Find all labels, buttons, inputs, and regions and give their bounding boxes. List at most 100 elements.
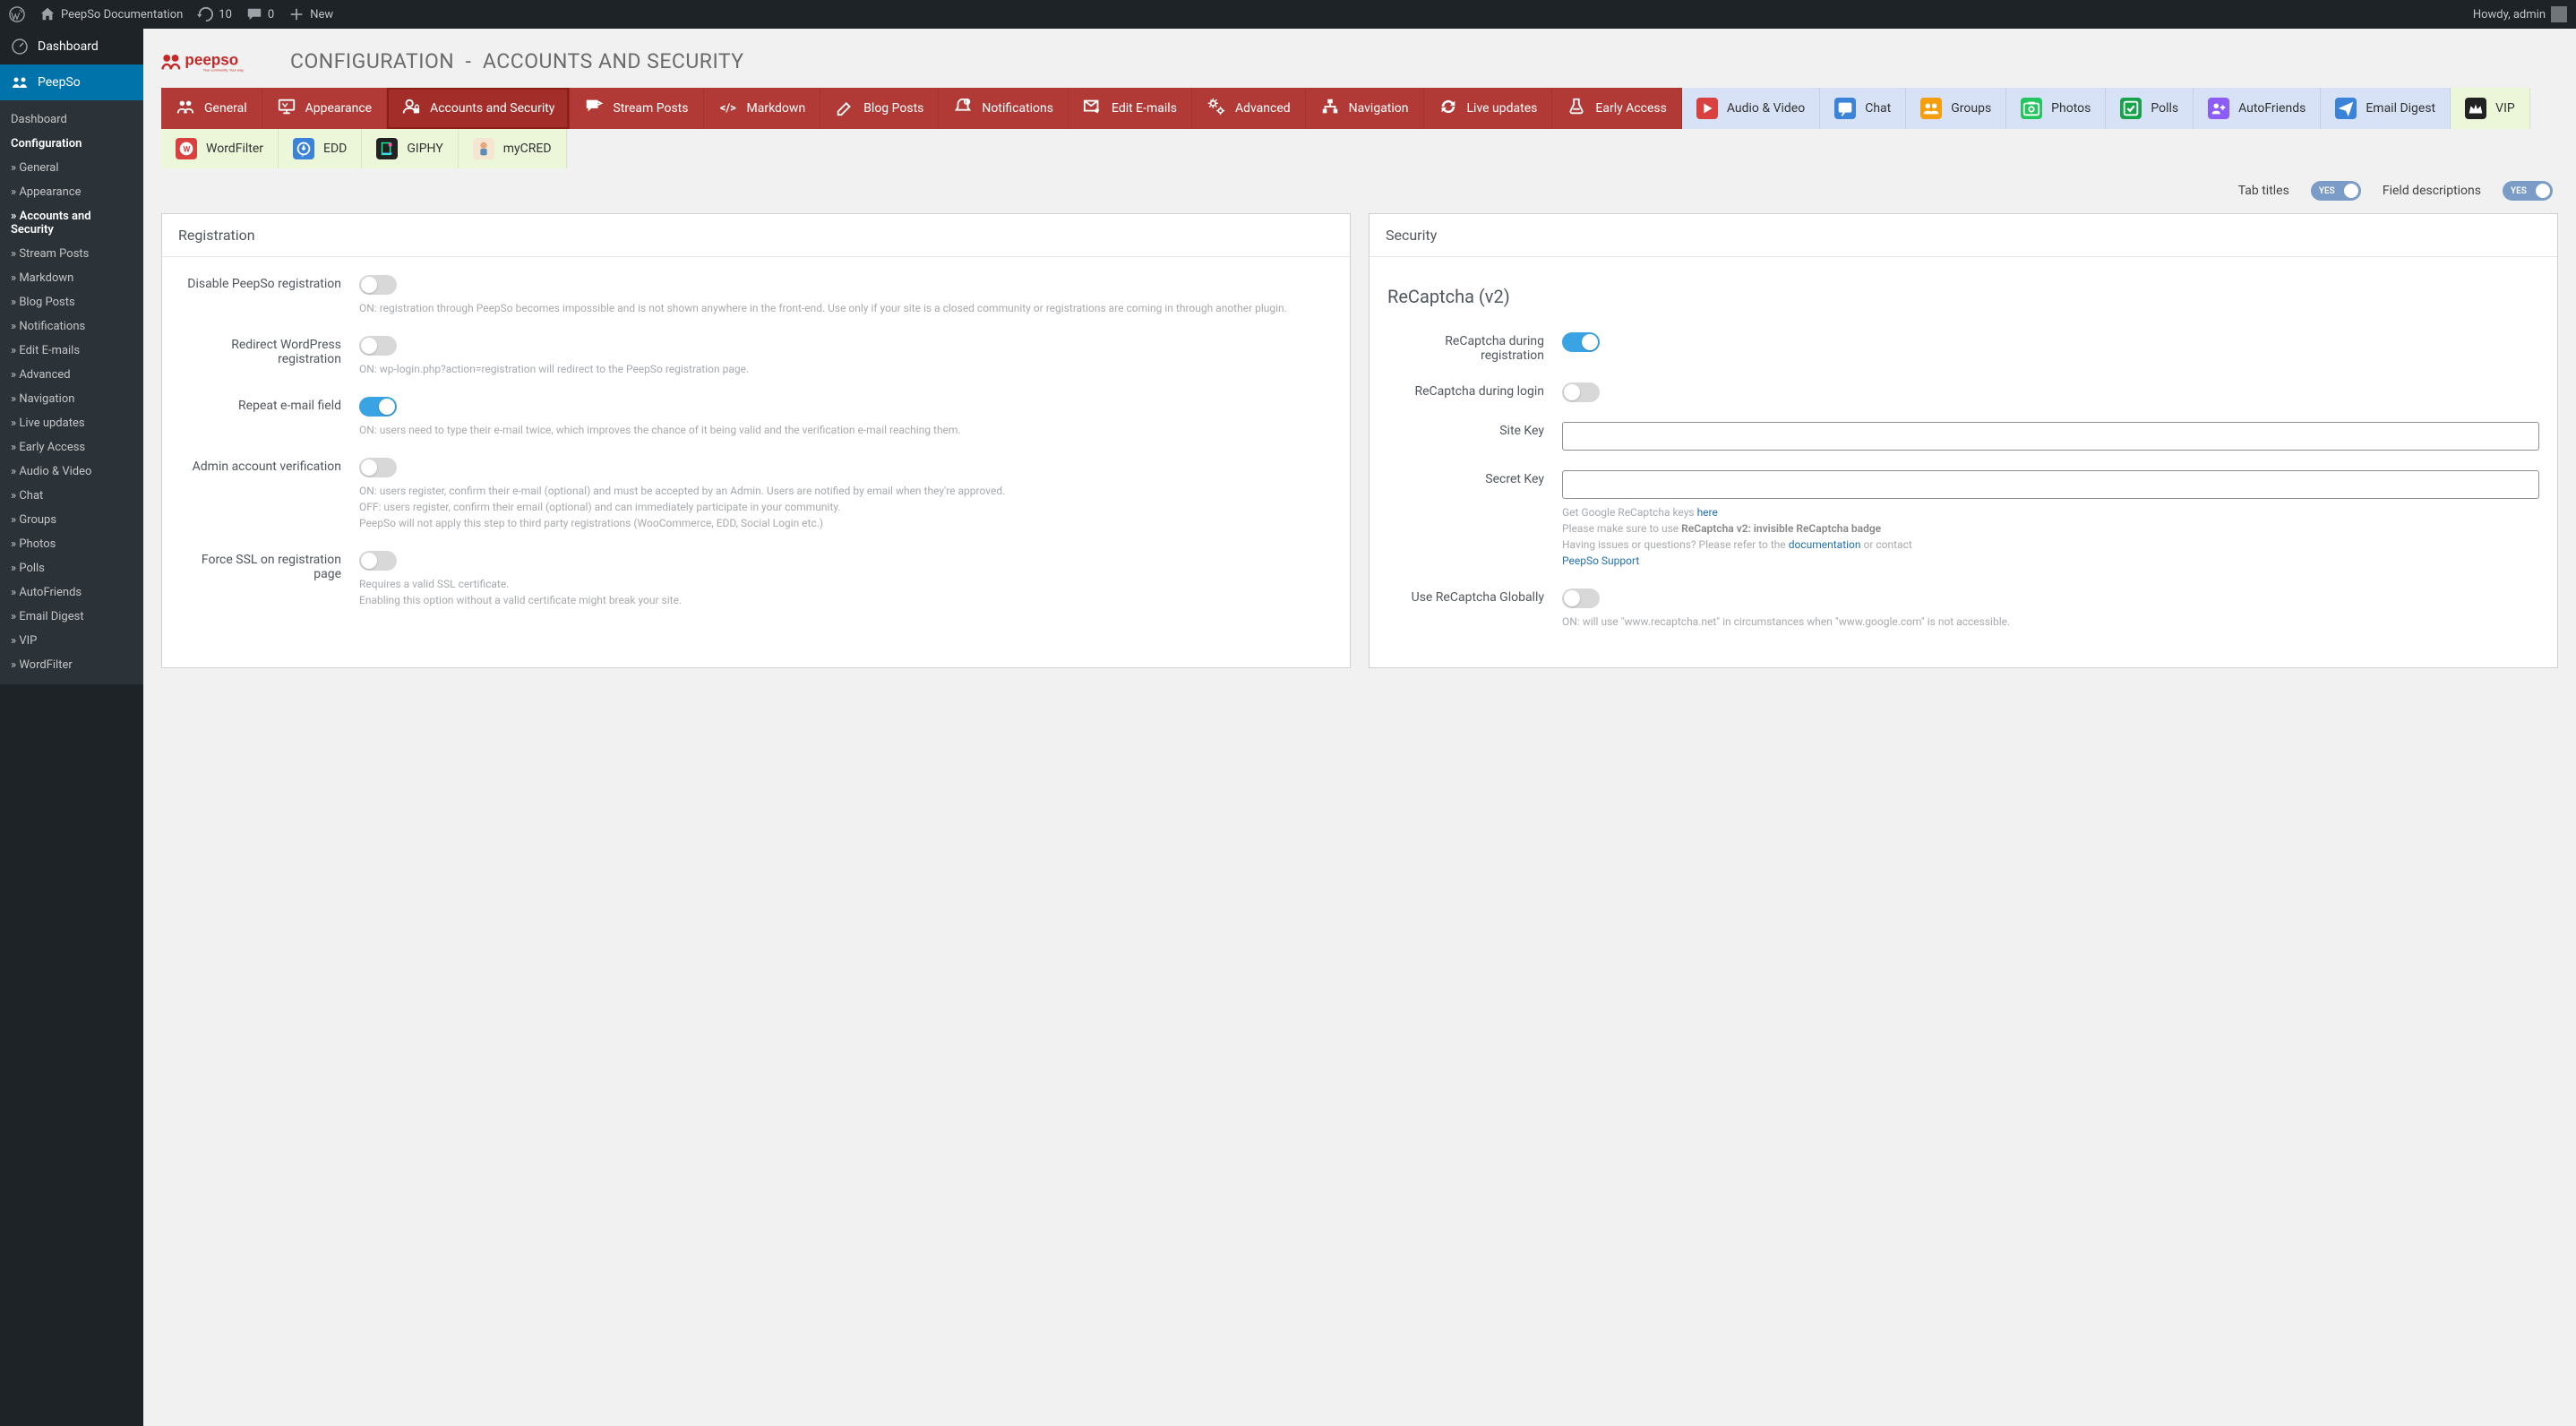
tab-giphy[interactable]: GIPHY <box>362 129 458 168</box>
wp-logo[interactable] <box>9 6 25 22</box>
sidebar-item-polls[interactable]: Polls <box>0 556 143 580</box>
sidebar-sub-configuration[interactable]: Configuration <box>0 132 143 156</box>
peepso-support-link[interactable]: PeepSo Support <box>1562 554 1639 567</box>
tab-icon <box>1320 97 1340 120</box>
tab-audio-video[interactable]: Audio & Video <box>1682 88 1820 129</box>
sidebar-item-audio-video[interactable]: Audio & Video <box>0 460 143 484</box>
avatar <box>2551 6 2567 22</box>
tab-titles-toggle[interactable]: YES <box>2311 181 2361 201</box>
peepso-logo: peepsoYour community. Your way. <box>161 47 279 75</box>
sidebar-item-edit-e-mails[interactable]: Edit E-mails <box>0 339 143 363</box>
tab-wordfilter[interactable]: WWordFilter <box>161 129 279 168</box>
disable-registration-toggle[interactable] <box>359 275 397 295</box>
admin-verification-toggle[interactable] <box>359 458 397 477</box>
tab-icon <box>277 97 296 120</box>
tab-icon <box>1083 97 1103 120</box>
updates[interactable]: 10 <box>197 6 232 22</box>
force-ssl-toggle[interactable] <box>359 551 397 571</box>
tab-titles-label: Tab titles <box>2238 184 2289 198</box>
tab-autofriends[interactable]: AutoFriends <box>2194 88 2321 129</box>
sidebar-item-early-access[interactable]: Early Access <box>0 435 143 460</box>
sidebar-item-navigation[interactable]: Navigation <box>0 387 143 411</box>
sidebar-item-wordfilter[interactable]: WordFilter <box>0 653 143 677</box>
recaptcha-here-link[interactable]: here <box>1697 506 1718 519</box>
tab-advanced[interactable]: Advanced <box>1192 88 1306 129</box>
recaptcha-login-label: ReCaptcha during login <box>1387 382 1544 402</box>
tab-early-access[interactable]: Early Access <box>1552 88 1681 129</box>
registration-header: Registration <box>162 214 1350 257</box>
sidebar-item-autofriends[interactable]: AutoFriends <box>0 580 143 605</box>
repeat-email-toggle[interactable] <box>359 397 397 417</box>
repeat-email-label: Repeat e-mail field <box>180 397 341 438</box>
redirect-registration-toggle[interactable] <box>359 336 397 356</box>
tab-polls[interactable]: Polls <box>2106 88 2194 129</box>
recaptcha-global-desc: ON: will use "www.recaptcha.net" in circ… <box>1562 614 2539 630</box>
tab-groups[interactable]: Groups <box>1906 88 2006 129</box>
comments[interactable]: 0 <box>246 6 274 22</box>
new-content[interactable]: New <box>288 6 333 22</box>
tab-icon <box>473 138 494 159</box>
tab-icon <box>376 138 398 159</box>
sidebar-item-groups[interactable]: Groups <box>0 508 143 532</box>
sidebar-item-notifications[interactable]: Notifications <box>0 314 143 339</box>
sidebar-item-vip[interactable]: VIP <box>0 629 143 653</box>
redirect-registration-desc: ON: wp-login.php?action=registration wil… <box>359 361 1332 377</box>
tab-notifications[interactable]: !Notifications <box>939 88 1069 129</box>
recaptcha-registration-toggle[interactable] <box>1562 332 1600 352</box>
sidebar-dashboard[interactable]: Dashboard <box>0 29 143 64</box>
sidebar-sub-dashboard[interactable]: Dashboard <box>0 107 143 132</box>
tab-stream-posts[interactable]: Stream Posts <box>570 88 703 129</box>
config-tabs: GeneralAppearanceAccounts and SecuritySt… <box>161 88 2558 168</box>
tab-chat[interactable]: Chat <box>1820 88 1906 129</box>
tab-blog-posts[interactable]: Blog Posts <box>820 88 939 129</box>
howdy-user[interactable]: Howdy, admin <box>2473 6 2567 22</box>
tab-icon <box>2335 98 2357 119</box>
tab-email-digest[interactable]: Email Digest <box>2321 88 2451 129</box>
sidebar-item-stream-posts[interactable]: Stream Posts <box>0 242 143 266</box>
dashboard-icon <box>11 38 29 56</box>
sidebar-item-markdown[interactable]: Markdown <box>0 266 143 290</box>
tab-edit-e-mails[interactable]: Edit E-mails <box>1069 88 1192 129</box>
sidebar-submenu: Dashboard Configuration GeneralAppearanc… <box>0 100 143 684</box>
tab-icon <box>2465 98 2486 119</box>
svg-text:Your community. Your way.: Your community. Your way. <box>203 68 245 73</box>
page-header: peepsoYour community. Your way. CONFIGUR… <box>161 47 2558 75</box>
tab-icon <box>2120 98 2142 119</box>
tab-markdown[interactable]: </>Markdown <box>704 88 821 129</box>
tab-navigation[interactable]: Navigation <box>1306 88 1424 129</box>
secret-key-input[interactable] <box>1562 470 2539 499</box>
sidebar-item-blog-posts[interactable]: Blog Posts <box>0 290 143 314</box>
admin-sidebar: Dashboard PeepSo Dashboard Configuration… <box>0 29 143 1426</box>
tab-mycred[interactable]: myCRED <box>459 129 567 168</box>
tab-accounts-and-security[interactable]: Accounts and Security <box>387 88 570 129</box>
tab-icon <box>835 97 854 120</box>
documentation-link[interactable]: documentation <box>1789 538 1861 551</box>
sidebar-item-photos[interactable]: Photos <box>0 532 143 556</box>
sidebar-item-advanced[interactable]: Advanced <box>0 363 143 387</box>
sidebar-item-accounts-and-security[interactable]: Accounts and Security <box>0 204 143 242</box>
tab-icon: ! <box>953 97 973 120</box>
sidebar-peepso[interactable]: PeepSo <box>0 64 143 100</box>
tab-live-updates[interactable]: Live updates <box>1424 88 1553 129</box>
sidebar-item-chat[interactable]: Chat <box>0 484 143 508</box>
tab-edd[interactable]: $EDD <box>279 129 362 168</box>
field-descriptions-toggle[interactable]: YES <box>2503 181 2553 201</box>
svg-text:W: W <box>183 146 190 155</box>
tab-appearance[interactable]: Appearance <box>262 88 387 129</box>
tab-general[interactable]: General <box>161 88 262 129</box>
site-key-input[interactable] <box>1562 422 2539 451</box>
disable-registration-label: Disable PeepSo registration <box>180 275 341 316</box>
tab-vip[interactable]: VIP <box>2451 88 2530 129</box>
main-content: peepsoYour community. Your way. CONFIGUR… <box>143 29 2576 1426</box>
site-name[interactable]: PeepSo Documentation <box>39 6 183 22</box>
display-toggles: Tab titles YES Field descriptions YES <box>161 168 2558 213</box>
sidebar-item-general[interactable]: General <box>0 156 143 180</box>
security-header: Security <box>1370 214 2557 257</box>
sidebar-item-email-digest[interactable]: Email Digest <box>0 605 143 629</box>
sidebar-item-live-updates[interactable]: Live updates <box>0 411 143 435</box>
admin-verification-label: Admin account verification <box>180 458 341 531</box>
tab-photos[interactable]: Photos <box>2006 88 2106 129</box>
recaptcha-login-toggle[interactable] <box>1562 382 1600 402</box>
recaptcha-global-toggle[interactable] <box>1562 588 1600 608</box>
sidebar-item-appearance[interactable]: Appearance <box>0 180 143 204</box>
